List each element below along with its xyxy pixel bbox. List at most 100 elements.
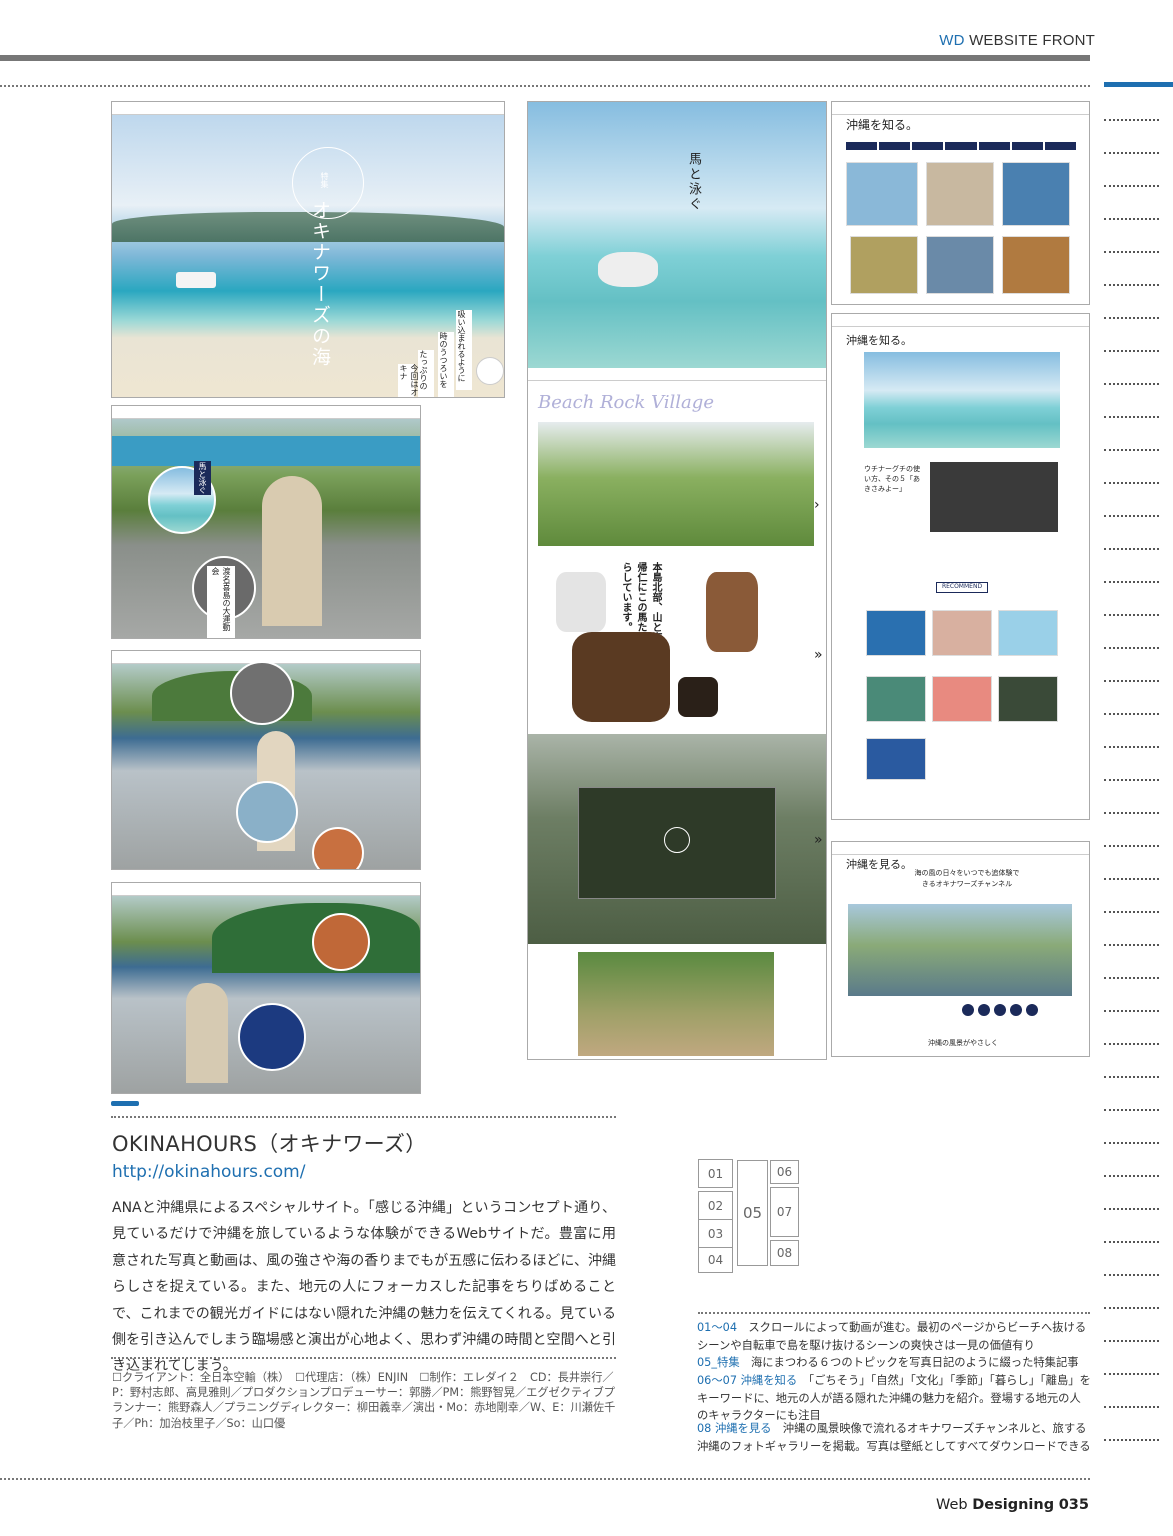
article-card[interactable] bbox=[1002, 236, 1070, 294]
site-url-link[interactable]: http://okinahours.com/ bbox=[112, 1162, 305, 1182]
screenshot-06-know: 沖縄を知る。 bbox=[831, 101, 1090, 305]
site-navbar bbox=[112, 406, 420, 419]
channel-button[interactable] bbox=[994, 1004, 1006, 1016]
hero-photo bbox=[528, 102, 826, 368]
margin-dots bbox=[1104, 515, 1159, 517]
next-arrow-icon[interactable]: » bbox=[814, 832, 823, 848]
category-tab[interactable] bbox=[912, 142, 944, 150]
screenshot-02-cycling: 馬と泳ぐ 渡名喜島の大運動会 bbox=[111, 405, 421, 639]
channel-controls bbox=[962, 1004, 1072, 1016]
copy-panel: 時のうつろいを bbox=[438, 332, 454, 397]
site-navbar bbox=[112, 883, 420, 896]
site-navbar bbox=[832, 842, 1089, 855]
caption: 01～04 スクロールによって動画が進む。最初のページからビーチへ抜けるシーンや… bbox=[697, 1319, 1092, 1354]
next-arrow-icon[interactable]: » bbox=[814, 647, 823, 663]
caption-key: 01～04 bbox=[697, 1321, 738, 1334]
site-navbar bbox=[832, 102, 1089, 115]
caption-key: 08 沖縄を見る bbox=[697, 1422, 772, 1435]
screenshot-08-watch: 沖縄を見る。 海の風の日々をいつでも追体験できるオキナワーズチャンネル 沖縄の風… bbox=[831, 841, 1090, 1057]
recommend-card[interactable] bbox=[932, 676, 992, 722]
category-tab[interactable] bbox=[1044, 142, 1076, 150]
next-arrow-icon[interactable]: › bbox=[814, 497, 820, 513]
dotted-divider bbox=[698, 1312, 1090, 1314]
credits: ☐クライアント：全日本空輸（株） ☐代理店：（株）ENJIN ☐制作：エレダイ２… bbox=[112, 1371, 616, 1430]
category-tab[interactable] bbox=[945, 142, 977, 150]
category-tab[interactable] bbox=[846, 142, 878, 150]
category-tab[interactable] bbox=[879, 142, 911, 150]
recommend-card[interactable] bbox=[998, 676, 1058, 722]
copy-panel: たっぷりの bbox=[418, 350, 434, 397]
recommend-card[interactable] bbox=[866, 610, 926, 656]
channel-button[interactable] bbox=[962, 1004, 974, 1016]
page-number: 035 bbox=[1058, 1497, 1089, 1513]
margin-dots bbox=[1104, 449, 1159, 451]
margin-dots bbox=[1104, 1142, 1159, 1144]
figure-index-01: 01 bbox=[698, 1159, 733, 1188]
screenshot-01-beach: オキナワーズの海 特集 吸い込まれるように 時のうつろいを たっぷりの 今回はオ… bbox=[111, 101, 505, 398]
section-heading: 沖縄を知る。 bbox=[846, 334, 912, 347]
article-card[interactable] bbox=[846, 162, 918, 226]
topic-circle[interactable] bbox=[312, 913, 370, 971]
margin-dots bbox=[1104, 350, 1159, 352]
margin-dots bbox=[1104, 1274, 1159, 1276]
channel-copy: 海の風の日々をいつでも追体験できるオキナワーズチャンネル bbox=[914, 869, 1020, 888]
recommend-button[interactable]: RECOMMEND bbox=[936, 582, 988, 593]
margin-dots bbox=[1104, 680, 1159, 682]
channel-button[interactable] bbox=[978, 1004, 990, 1016]
copy-text: 吸い込まれるように bbox=[457, 310, 466, 382]
article-card[interactable] bbox=[850, 236, 918, 294]
horse-rider bbox=[598, 252, 658, 287]
article-subhead: ウチナーグチの使い方、その５「あきさみよー」 bbox=[864, 465, 920, 493]
magazine-name: Web bbox=[936, 1497, 973, 1513]
channel-video[interactable] bbox=[848, 904, 1072, 996]
figure-index-04: 04 bbox=[698, 1247, 733, 1273]
margin-dots bbox=[1104, 1340, 1159, 1342]
caption-text: スクロールによって動画が進む。最初のページからビーチへ抜けるシーンや自転車で島を… bbox=[697, 1321, 1087, 1352]
feature-title: オキナワーズの海 bbox=[309, 200, 331, 368]
margin-dots bbox=[1104, 1406, 1159, 1408]
recommend-card[interactable] bbox=[932, 610, 992, 656]
horse-cutout bbox=[556, 572, 606, 632]
article-card[interactable] bbox=[1002, 162, 1070, 226]
channel-button[interactable] bbox=[1026, 1004, 1038, 1016]
margin-dots bbox=[1104, 1373, 1159, 1375]
article-card[interactable] bbox=[926, 236, 994, 294]
category-tab[interactable] bbox=[1011, 142, 1043, 150]
recommend-card[interactable] bbox=[998, 610, 1058, 656]
margin-dots bbox=[1104, 1439, 1159, 1441]
recommend-card[interactable] bbox=[866, 676, 926, 722]
topic-circle[interactable] bbox=[230, 661, 294, 725]
plane-icon[interactable] bbox=[476, 357, 504, 385]
channel-button[interactable] bbox=[1010, 1004, 1022, 1016]
category-tab[interactable] bbox=[978, 142, 1010, 150]
margin-dots bbox=[1104, 647, 1159, 649]
site-description: ANAと沖縄県によるスペシャルサイト。「感じる沖縄」というコンセプト通り、見てい… bbox=[112, 1200, 616, 1375]
margin-dots bbox=[1104, 317, 1159, 319]
horse-cutout bbox=[706, 572, 758, 652]
section-heading: 沖縄を見る。 bbox=[846, 858, 912, 871]
topic-circle[interactable] bbox=[236, 781, 298, 843]
sea-strip bbox=[112, 436, 420, 466]
play-icon[interactable] bbox=[664, 827, 690, 853]
margin-dots bbox=[1104, 944, 1159, 946]
copy-panel: 今回はオキナ bbox=[398, 364, 419, 397]
copy-panel: 吸い込まれるように bbox=[456, 310, 472, 390]
copy-text: 時のうつろいを bbox=[439, 332, 448, 388]
caption-key: 05_特集 bbox=[697, 1356, 740, 1369]
article-card[interactable] bbox=[926, 162, 994, 226]
site-navbar bbox=[832, 314, 1089, 327]
margin-dots bbox=[1104, 185, 1159, 187]
recommend-card[interactable] bbox=[866, 738, 926, 780]
margin-dots bbox=[1104, 977, 1159, 979]
trail-photo bbox=[578, 952, 774, 1056]
topic-circle[interactable] bbox=[238, 1003, 306, 1071]
category-tabs bbox=[846, 142, 1076, 150]
margin-dots bbox=[1104, 383, 1159, 385]
screenshot-03-cycling bbox=[111, 650, 421, 870]
topic-circle[interactable] bbox=[312, 827, 364, 869]
feature-title: 馬と泳ぐ bbox=[686, 152, 701, 212]
topic-circle-label: 馬と泳ぐ bbox=[194, 461, 211, 495]
video-player[interactable] bbox=[930, 462, 1058, 532]
margin-dots bbox=[1104, 548, 1159, 550]
margin-dots bbox=[1104, 911, 1159, 913]
